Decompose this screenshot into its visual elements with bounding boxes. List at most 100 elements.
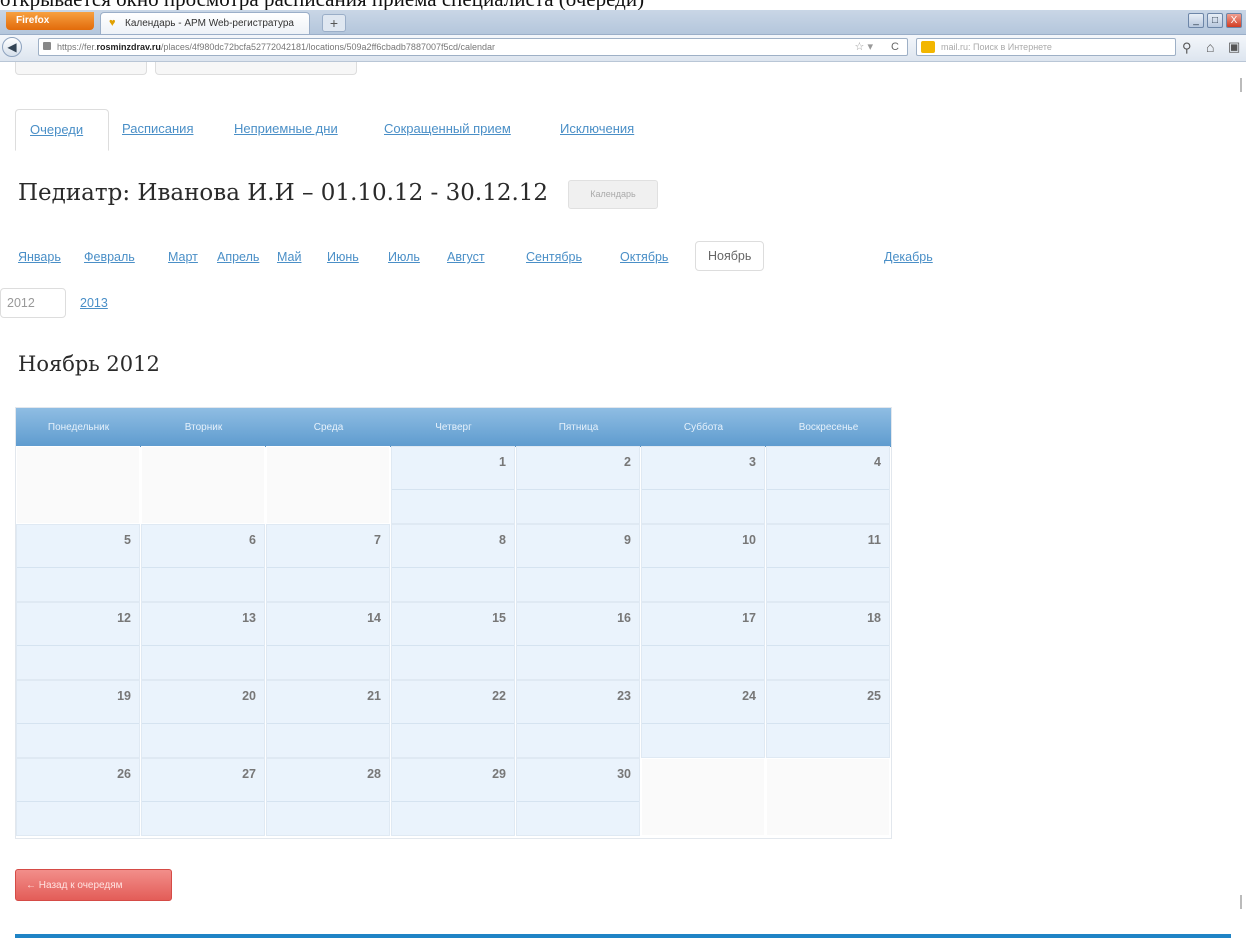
day-number: 4 <box>874 455 881 469</box>
day-number: 5 <box>124 533 131 547</box>
bookmark-star-icon[interactable]: ☆ ▾ <box>855 39 873 55</box>
tab-schedules[interactable]: Расписания <box>122 109 193 151</box>
calendar-day-cell[interactable]: 8 <box>391 524 515 602</box>
month-active[interactable]: Ноябрь <box>695 241 765 271</box>
address-bar[interactable]: https://fer.rosminzdrav.ru/places/4f980d… <box>38 38 908 56</box>
day-number: 18 <box>867 611 881 625</box>
calendar-day-cell[interactable]: 13 <box>141 602 265 680</box>
year-active[interactable]: 2012 <box>0 288 66 318</box>
month-link[interactable]: Февраль <box>84 245 135 269</box>
firefox-menu-button[interactable]: Firefox <box>6 12 94 30</box>
browser-tab[interactable]: ♥ Календарь - АРМ Web-регистратура <box>100 12 310 34</box>
url-path: /places/4f980dc72bcfa52772042181/locatio… <box>160 42 496 52</box>
url-prefix: https://fer. <box>57 42 97 52</box>
hidden-toolbar-button[interactable] <box>15 62 147 75</box>
weekday-header: Воскресенье <box>798 422 859 433</box>
calendar-day-cell[interactable]: 5 <box>16 524 140 602</box>
tab-non-working-days[interactable]: Неприемные дни <box>234 109 338 151</box>
day-number: 13 <box>242 611 256 625</box>
browser-tab-title: Календарь - АРМ Web-регистратура <box>125 18 294 29</box>
day-number: 6 <box>249 533 256 547</box>
month-link[interactable]: Октябрь <box>620 245 668 269</box>
home-icon[interactable]: ⌂ <box>1206 39 1214 55</box>
month-link[interactable]: Декабрь <box>884 245 933 269</box>
scrollbar-down[interactable] <box>1240 895 1242 909</box>
day-number: 23 <box>617 689 631 703</box>
browser-navbar: ◀ https://fer.rosminzdrav.ru/places/4f98… <box>0 35 1246 62</box>
tab-reduced-hours[interactable]: Сокращенный прием <box>384 109 511 151</box>
search-input[interactable]: mail.ru: Поиск в Интернете <box>916 38 1176 56</box>
calendar-day-cell[interactable]: 24 <box>641 680 765 758</box>
calendar-day-cell[interactable]: 4 <box>766 446 890 524</box>
reload-icon[interactable]: C <box>891 39 899 55</box>
day-number: 17 <box>742 611 756 625</box>
month-link[interactable]: Июнь <box>327 245 359 269</box>
month-link[interactable]: Май <box>277 245 302 269</box>
tab-exceptions[interactable]: Исключения <box>560 109 634 151</box>
year-link[interactable]: 2013 <box>80 288 108 318</box>
calendar-day-cell[interactable]: 20 <box>141 680 265 758</box>
month-link[interactable]: Апрель <box>217 245 259 269</box>
maximize-button[interactable]: □ <box>1207 13 1223 28</box>
close-window-button[interactable]: X <box>1226 13 1242 28</box>
scrollbar-up[interactable] <box>1240 78 1242 92</box>
calendar-day-cell[interactable]: 28 <box>266 758 390 836</box>
calendar-day-cell[interactable]: 21 <box>266 680 390 758</box>
month-link[interactable]: Март <box>168 245 198 269</box>
calendar-day-cell[interactable]: 29 <box>391 758 515 836</box>
day-number: 2 <box>624 455 631 469</box>
day-number: 30 <box>617 767 631 781</box>
calendar-day-cell[interactable]: 10 <box>641 524 765 602</box>
month-link[interactable]: Август <box>447 245 485 269</box>
day-number: 7 <box>374 533 381 547</box>
month-link[interactable]: Июль <box>388 245 420 269</box>
day-number: 28 <box>367 767 381 781</box>
calendar-day-cell[interactable]: 14 <box>266 602 390 680</box>
calendar-day-cell[interactable]: 22 <box>391 680 515 758</box>
calendar-day-cell[interactable]: 1 <box>391 446 515 524</box>
calendar-day-cell[interactable]: 23 <box>516 680 640 758</box>
tab-queues[interactable]: Очереди <box>15 109 109 151</box>
calendar-day-cell[interactable]: 27 <box>141 758 265 836</box>
calendar-day-cell[interactable]: 16 <box>516 602 640 680</box>
minimize-button[interactable]: _ <box>1188 13 1204 28</box>
weekday-header: Среда <box>313 422 344 433</box>
calendar-day-cell[interactable]: 2 <box>516 446 640 524</box>
month-link[interactable]: Сентябрь <box>526 245 582 269</box>
calendar-day-cell[interactable]: 17 <box>641 602 765 680</box>
calendar-day-cell[interactable]: 30 <box>516 758 640 836</box>
weekday-header: Четверг <box>435 422 472 433</box>
day-number: 27 <box>242 767 256 781</box>
calendar-day-cell[interactable]: 11 <box>766 524 890 602</box>
back-to-queues-button[interactable]: ← Назад к очередям <box>15 869 172 901</box>
day-number: 11 <box>867 533 881 547</box>
weekday-header: Вторник <box>184 422 223 433</box>
calendar-day-cell[interactable]: 18 <box>766 602 890 680</box>
calendar-day-cell[interactable]: 12 <box>16 602 140 680</box>
calendar-day-cell[interactable]: 9 <box>516 524 640 602</box>
menu-icon[interactable]: ▣ <box>1228 39 1240 55</box>
calendar-day-cell[interactable]: 25 <box>766 680 890 758</box>
calendar-day-cell[interactable]: 19 <box>16 680 140 758</box>
day-number: 19 <box>117 689 131 703</box>
favicon-icon: ♥ <box>109 17 116 29</box>
day-number: 3 <box>749 455 756 469</box>
back-arrow-icon[interactable]: ◀ <box>2 37 22 57</box>
day-number: 9 <box>624 533 631 547</box>
calendar-day-cell[interactable]: 15 <box>391 602 515 680</box>
day-number: 26 <box>117 767 131 781</box>
search-engine-icon[interactable] <box>921 41 935 53</box>
calendar-day-cell[interactable]: 3 <box>641 446 765 524</box>
calendar-button[interactable]: Календарь <box>568 180 658 209</box>
calendar-day-cell[interactable]: 6 <box>141 524 265 602</box>
calendar-day-cell[interactable]: 7 <box>266 524 390 602</box>
calendar-empty-cell <box>766 758 890 836</box>
hidden-toolbar-button[interactable] <box>155 62 357 75</box>
weekday-header: Суббота <box>683 422 724 433</box>
search-icon[interactable]: ⚲ <box>1182 40 1192 56</box>
month-link[interactable]: Январь <box>18 245 61 269</box>
calendar-day-cell[interactable]: 26 <box>16 758 140 836</box>
weekday-header: Пятница <box>558 422 599 433</box>
calendar-grid: Понедельник Вторник Среда Четверг Пятница Суб… <box>15 407 892 839</box>
new-tab-button[interactable]: + <box>322 14 346 32</box>
